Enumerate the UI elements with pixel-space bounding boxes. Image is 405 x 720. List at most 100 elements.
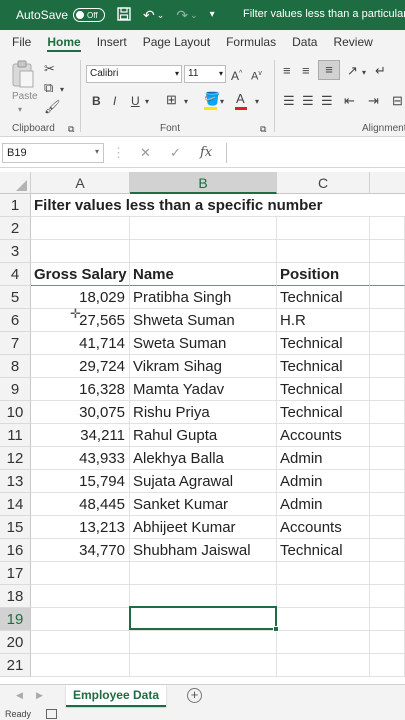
italic-button[interactable]: I: [113, 94, 116, 108]
row-header[interactable]: 11: [0, 424, 31, 447]
cell-b[interactable]: Pratibha Singh: [130, 286, 277, 309]
row-header[interactable]: 17: [0, 562, 31, 585]
cell-d[interactable]: [370, 585, 405, 608]
cell-b[interactable]: Rishu Priya: [130, 401, 277, 424]
cell-a[interactable]: 48,445: [31, 493, 130, 516]
cell-b[interactable]: [130, 217, 277, 240]
cell-d[interactable]: [370, 401, 405, 424]
cell-a[interactable]: 41,714: [31, 332, 130, 355]
cell-d[interactable]: [370, 332, 405, 355]
prev-sheet-icon[interactable]: ◀: [16, 690, 23, 701]
cell-d[interactable]: [370, 355, 405, 378]
cell-d[interactable]: [370, 424, 405, 447]
cell-c[interactable]: Technical: [277, 539, 370, 562]
cell-d[interactable]: [370, 286, 405, 309]
cell-b[interactable]: Name: [130, 263, 277, 286]
borders-icon[interactable]: ⊞: [166, 93, 177, 107]
add-sheet-icon[interactable]: +: [187, 688, 202, 703]
cell-c[interactable]: Admin: [277, 447, 370, 470]
align-top-icon[interactable]: ≡: [283, 64, 291, 78]
cell-d[interactable]: [370, 378, 405, 401]
row-header[interactable]: 10: [0, 401, 31, 424]
align-right-icon[interactable]: ☰: [321, 94, 333, 108]
cell-b[interactable]: Alekhya Balla: [130, 447, 277, 470]
cell-d[interactable]: [370, 654, 405, 677]
row-header[interactable]: 12: [0, 447, 31, 470]
tab-formulas[interactable]: Formulas: [218, 30, 284, 54]
decrease-indent-icon[interactable]: ⇤: [344, 94, 355, 108]
cell-a[interactable]: 15,794: [31, 470, 130, 493]
fill-dropdown-icon[interactable]: ▾: [220, 95, 224, 109]
tab-review[interactable]: Review: [325, 30, 380, 54]
name-box[interactable]: B19 ▾: [2, 143, 104, 163]
orientation-dropdown-icon[interactable]: ▾: [362, 66, 366, 80]
autosave-toggle[interactable]: Off: [73, 8, 106, 22]
active-cell-b19[interactable]: [129, 606, 279, 632]
cell-b[interactable]: Sujata Agrawal: [130, 470, 277, 493]
cell-a[interactable]: 30,075: [31, 401, 130, 424]
row-header[interactable]: 8: [0, 355, 31, 378]
cell-a[interactable]: [31, 585, 130, 608]
row-header[interactable]: 9: [0, 378, 31, 401]
cell-c[interactable]: Technical: [277, 355, 370, 378]
cell-d[interactable]: [370, 240, 405, 263]
row-header[interactable]: 19: [0, 608, 31, 631]
cell-c[interactable]: [277, 654, 370, 677]
cell-d[interactable]: [370, 447, 405, 470]
cell-b[interactable]: Rahul Gupta: [130, 424, 277, 447]
align-bottom-icon[interactable]: ≡: [318, 60, 340, 80]
cell-b[interactable]: Abhijeet Kumar: [130, 516, 277, 539]
cell-a[interactable]: 34,211: [31, 424, 130, 447]
row-header[interactable]: 14: [0, 493, 31, 516]
save-icon[interactable]: [117, 7, 131, 23]
cell-c[interactable]: [277, 585, 370, 608]
cell-d[interactable]: [370, 217, 405, 240]
column-header-b[interactable]: B: [130, 172, 277, 194]
column-header-c[interactable]: C: [277, 172, 370, 194]
formula-input[interactable]: [226, 143, 405, 163]
customize-toolbar-icon[interactable]: ▾: [210, 8, 215, 22]
cell-a[interactable]: 13,213: [31, 516, 130, 539]
cell-c[interactable]: [277, 240, 370, 263]
cell-c[interactable]: Technical: [277, 378, 370, 401]
paste-dropdown-icon[interactable]: ▾: [18, 103, 22, 117]
cell-c[interactable]: Admin: [277, 470, 370, 493]
cell-c[interactable]: Accounts: [277, 424, 370, 447]
cell-b[interactable]: [130, 654, 277, 677]
row-header[interactable]: 20: [0, 631, 31, 654]
bold-button[interactable]: B: [92, 94, 101, 108]
cell-b[interactable]: Vikram Sihag: [130, 355, 277, 378]
row-header[interactable]: 7: [0, 332, 31, 355]
cell-a[interactable]: [31, 631, 130, 654]
merge-center-icon[interactable]: ⊟: [392, 94, 403, 108]
cell-c[interactable]: [277, 562, 370, 585]
cell-c[interactable]: Admin: [277, 493, 370, 516]
underline-dropdown-icon[interactable]: ▾: [145, 95, 149, 109]
borders-dropdown-icon[interactable]: ▾: [184, 95, 188, 109]
font-name-select[interactable]: Calibri ▾: [86, 65, 182, 83]
cell-d[interactable]: [370, 608, 405, 631]
cell-c[interactable]: Technical: [277, 286, 370, 309]
tab-insert[interactable]: Insert: [89, 30, 135, 54]
row-header[interactable]: 2: [0, 217, 31, 240]
font-color-dropdown-icon[interactable]: ▾: [255, 95, 259, 109]
align-left-icon[interactable]: ☰: [283, 94, 295, 108]
tab-page-layout[interactable]: Page Layout: [135, 30, 218, 54]
enter-icon[interactable]: ✓: [170, 145, 181, 161]
cell-a[interactable]: [31, 240, 130, 263]
fill-handle[interactable]: [273, 626, 279, 632]
row-header[interactable]: 5: [0, 286, 31, 309]
font-size-select[interactable]: 11 ▾: [184, 65, 226, 83]
cell-b[interactable]: [130, 562, 277, 585]
cell-c[interactable]: [277, 631, 370, 654]
next-sheet-icon[interactable]: ▶: [36, 690, 43, 701]
cell-d[interactable]: [370, 470, 405, 493]
sheet-tab-employee-data[interactable]: Employee Data: [66, 685, 166, 707]
row-header[interactable]: 3: [0, 240, 31, 263]
clipboard-launcher-icon[interactable]: ⧉: [68, 122, 74, 136]
orientation-icon[interactable]: ↗: [347, 64, 358, 78]
cancel-icon[interactable]: ✕: [140, 145, 151, 161]
cell-b[interactable]: Sweta Suman: [130, 332, 277, 355]
undo-icon[interactable]: ↶: [143, 8, 155, 22]
cell-a[interactable]: [31, 608, 130, 631]
